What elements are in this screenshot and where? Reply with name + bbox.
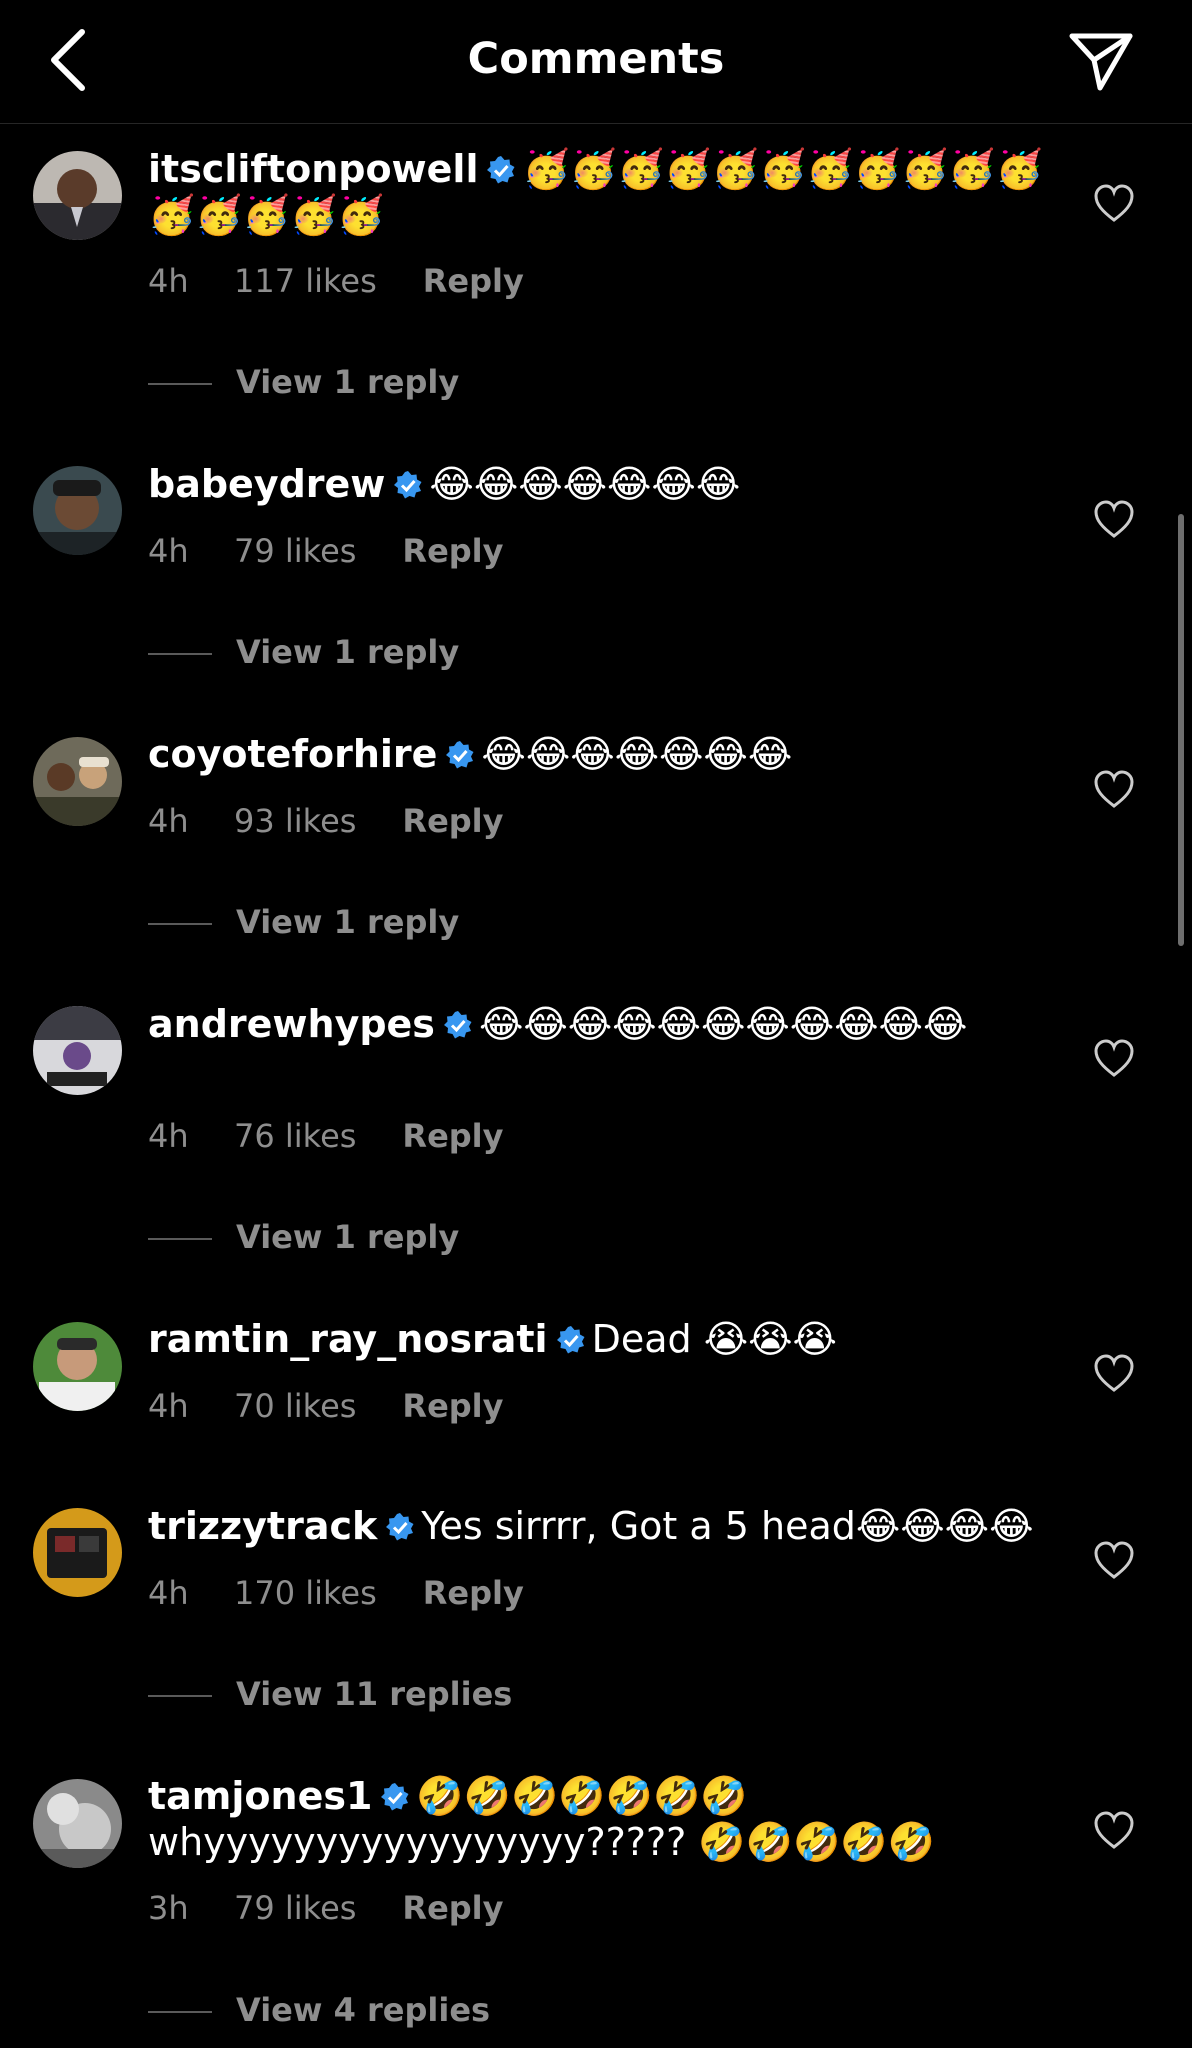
avatar[interactable]	[33, 151, 122, 240]
like-count[interactable]: 117 likes	[234, 262, 377, 300]
username[interactable]: ramtin_ray_nosrati	[148, 1317, 548, 1361]
page-title: Comments	[467, 34, 725, 84]
comment-time: 4h	[148, 1387, 189, 1425]
comment-meta: 4h 117 likes Reply	[148, 262, 524, 300]
like-count[interactable]: 70 likes	[234, 1387, 356, 1425]
like-count[interactable]: 79 likes	[234, 1889, 356, 1927]
like-count[interactable]: 76 likes	[234, 1117, 356, 1155]
comment-meta: 4h 76 likes Reply	[148, 1117, 504, 1155]
avatar[interactable]	[33, 1006, 122, 1095]
heart-outline-icon	[1094, 1039, 1134, 1077]
divider	[148, 1238, 212, 1240]
divider	[148, 383, 212, 385]
username[interactable]: coyoteforhire	[148, 732, 437, 776]
verified-badge-icon	[446, 741, 474, 769]
send-icon	[1069, 33, 1133, 91]
heart-outline-icon	[1094, 184, 1134, 222]
verified-badge-icon	[556, 1326, 585, 1354]
divider	[148, 653, 212, 655]
comment-time: 4h	[148, 802, 189, 840]
verified-badge-icon	[381, 1783, 409, 1811]
comment-body: coyoteforhire 😂😂😂😂😂😂😂	[148, 731, 1048, 777]
comment-time: 4h	[148, 262, 189, 300]
comment-meta: 4h 93 likes Reply	[148, 802, 504, 840]
comment-meta: 4h 170 likes Reply	[148, 1574, 524, 1612]
comment-text: 😂😂😂😂😂😂😂	[429, 462, 741, 506]
like-button[interactable]	[1092, 1038, 1136, 1078]
view-replies-label: View 1 reply	[236, 1218, 460, 1256]
reply-button[interactable]: Reply	[423, 1574, 524, 1612]
like-button[interactable]	[1092, 1353, 1136, 1393]
heart-outline-icon	[1094, 770, 1134, 808]
avatar[interactable]	[33, 1508, 122, 1597]
heart-outline-icon	[1094, 1811, 1134, 1849]
comment-time: 4h	[148, 532, 189, 570]
comment-text: 😂😂😂😂😂😂😂	[481, 732, 793, 776]
like-button[interactable]	[1092, 499, 1136, 539]
divider	[148, 923, 212, 925]
comment-body: trizzytrack Yes sirrrr, Got a 5 head😂😂😂😂	[148, 1503, 1048, 1549]
comment-text: 😂😂😂😂😂😂😂😂😂😂😂	[478, 1002, 968, 1046]
like-count[interactable]: 93 likes	[234, 802, 356, 840]
username[interactable]: andrewhypes	[148, 1002, 435, 1046]
comment-meta: 3h 79 likes Reply	[148, 1889, 504, 1927]
username[interactable]: tamjones1	[148, 1774, 372, 1818]
comment-meta: 4h 70 likes Reply	[148, 1387, 504, 1425]
view-replies-button[interactable]: View 11 replies	[148, 1675, 512, 1715]
comment-body: itscliftonpowell 🥳🥳🥳🥳🥳🥳🥳🥳🥳🥳🥳🥳🥳🥳🥳🥳	[148, 146, 1048, 238]
avatar[interactable]	[33, 466, 122, 555]
view-replies-button[interactable]: View 1 reply	[148, 1218, 459, 1258]
comment-time: 3h	[148, 1889, 189, 1927]
verified-badge-icon	[394, 471, 422, 499]
avatar[interactable]	[33, 737, 122, 826]
view-replies-button[interactable]: View 1 reply	[148, 363, 459, 403]
username[interactable]: itscliftonpowell	[148, 147, 478, 191]
share-button[interactable]	[1066, 28, 1136, 94]
comment-body: babeydrew 😂😂😂😂😂😂😂	[148, 461, 1048, 507]
username[interactable]: trizzytrack	[148, 1504, 377, 1548]
comment-body: ramtin_ray_nosrati Dead 😭😭😭	[148, 1316, 1048, 1362]
view-replies-label: View 11 replies	[236, 1675, 513, 1713]
like-button[interactable]	[1092, 1540, 1136, 1580]
comment-time: 4h	[148, 1574, 189, 1612]
username[interactable]: babeydrew	[148, 462, 385, 506]
reply-button[interactable]: Reply	[402, 1117, 503, 1155]
header-bar: Comments	[0, 0, 1192, 124]
scrollbar[interactable]	[1178, 514, 1184, 946]
comment-body: tamjones1 🤣🤣🤣🤣🤣🤣🤣 whyyyyyyyyyyyyyyyyy????…	[148, 1773, 1048, 1865]
view-replies-button[interactable]: View 1 reply	[148, 903, 459, 943]
reply-button[interactable]: Reply	[402, 532, 503, 570]
divider	[148, 1695, 212, 1697]
comment-time: 4h	[148, 1117, 189, 1155]
heart-outline-icon	[1094, 1541, 1134, 1579]
verified-badge-icon	[386, 1513, 414, 1541]
heart-outline-icon	[1094, 1354, 1134, 1392]
view-replies-button[interactable]: View 4 replies	[148, 1991, 490, 2031]
view-replies-label: View 1 reply	[236, 633, 460, 671]
comment-body: andrewhypes 😂😂😂😂😂😂😂😂😂😂😂	[148, 1001, 1048, 1047]
view-replies-button[interactable]: View 1 reply	[148, 633, 459, 673]
reply-button[interactable]: Reply	[423, 262, 524, 300]
comment-meta: 4h 79 likes Reply	[148, 532, 504, 570]
view-replies-label: View 1 reply	[236, 903, 460, 941]
like-count[interactable]: 79 likes	[234, 532, 356, 570]
comment-text: Yes sirrrr, Got a 5 head😂😂😂😂	[421, 1504, 1034, 1548]
avatar[interactable]	[33, 1779, 122, 1868]
reply-button[interactable]: Reply	[402, 1387, 503, 1425]
verified-badge-icon	[487, 156, 515, 184]
avatar[interactable]	[33, 1322, 122, 1411]
verified-badge-icon	[443, 1011, 472, 1039]
view-replies-label: View 1 reply	[236, 363, 460, 401]
divider	[148, 2011, 212, 2013]
reply-button[interactable]: Reply	[402, 1889, 503, 1927]
heart-outline-icon	[1094, 500, 1134, 538]
view-replies-label: View 4 replies	[236, 1991, 491, 2029]
reply-button[interactable]: Reply	[402, 802, 503, 840]
like-count[interactable]: 170 likes	[234, 1574, 377, 1612]
like-button[interactable]	[1092, 1810, 1136, 1850]
comment-text: Dead 😭😭😭	[591, 1317, 837, 1361]
like-button[interactable]	[1092, 183, 1136, 223]
like-button[interactable]	[1092, 769, 1136, 809]
